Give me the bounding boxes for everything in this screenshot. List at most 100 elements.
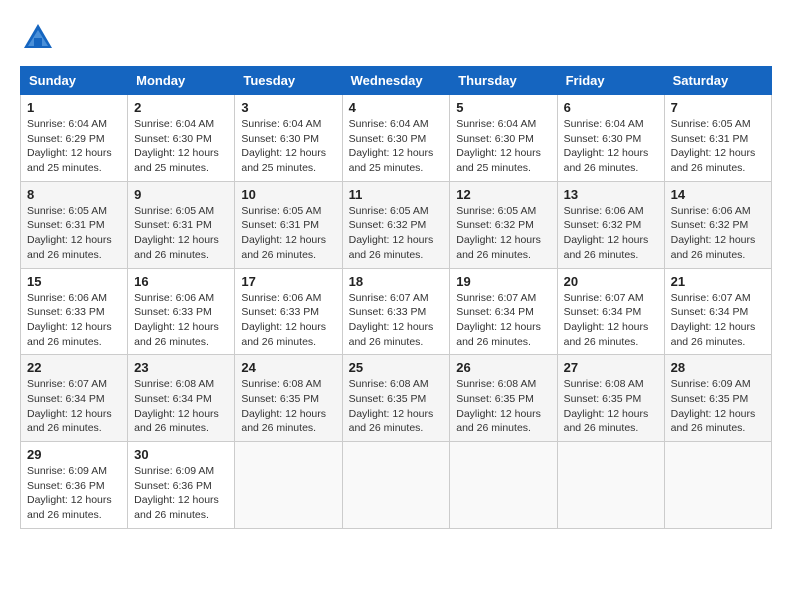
- table-row: 17 Sunrise: 6:06 AMSunset: 6:33 PMDaylig…: [235, 268, 342, 355]
- day-number: 17: [241, 274, 335, 289]
- day-info: Sunrise: 6:07 AMSunset: 6:34 PMDaylight:…: [564, 291, 658, 350]
- day-info: Sunrise: 6:09 AMSunset: 6:35 PMDaylight:…: [671, 377, 765, 436]
- day-number: 3: [241, 100, 335, 115]
- day-number: 4: [349, 100, 444, 115]
- day-number: 23: [134, 360, 228, 375]
- table-row: 11 Sunrise: 6:05 AMSunset: 6:32 PMDaylig…: [342, 181, 450, 268]
- calendar-week-row: 1 Sunrise: 6:04 AMSunset: 6:29 PMDayligh…: [21, 95, 772, 182]
- table-row: 14 Sunrise: 6:06 AMSunset: 6:32 PMDaylig…: [664, 181, 771, 268]
- day-number: 24: [241, 360, 335, 375]
- day-number: 25: [349, 360, 444, 375]
- day-number: 29: [27, 447, 121, 462]
- day-number: 10: [241, 187, 335, 202]
- day-number: 18: [349, 274, 444, 289]
- day-info: Sunrise: 6:04 AMSunset: 6:29 PMDaylight:…: [27, 117, 121, 176]
- table-row: 25 Sunrise: 6:08 AMSunset: 6:35 PMDaylig…: [342, 355, 450, 442]
- day-info: Sunrise: 6:09 AMSunset: 6:36 PMDaylight:…: [134, 464, 228, 523]
- day-info: Sunrise: 6:04 AMSunset: 6:30 PMDaylight:…: [241, 117, 335, 176]
- day-info: Sunrise: 6:05 AMSunset: 6:31 PMDaylight:…: [241, 204, 335, 263]
- day-info: Sunrise: 6:04 AMSunset: 6:30 PMDaylight:…: [134, 117, 228, 176]
- col-wednesday: Wednesday: [342, 67, 450, 95]
- day-number: 7: [671, 100, 765, 115]
- day-info: Sunrise: 6:08 AMSunset: 6:35 PMDaylight:…: [456, 377, 550, 436]
- day-number: 20: [564, 274, 658, 289]
- day-info: Sunrise: 6:07 AMSunset: 6:34 PMDaylight:…: [671, 291, 765, 350]
- day-info: Sunrise: 6:08 AMSunset: 6:35 PMDaylight:…: [349, 377, 444, 436]
- day-info: Sunrise: 6:06 AMSunset: 6:33 PMDaylight:…: [241, 291, 335, 350]
- calendar: Sunday Monday Tuesday Wednesday Thursday…: [20, 66, 772, 529]
- table-row: 9 Sunrise: 6:05 AMSunset: 6:31 PMDayligh…: [128, 181, 235, 268]
- table-row: 26 Sunrise: 6:08 AMSunset: 6:35 PMDaylig…: [450, 355, 557, 442]
- day-number: 14: [671, 187, 765, 202]
- table-row: [235, 442, 342, 529]
- day-number: 8: [27, 187, 121, 202]
- day-number: 1: [27, 100, 121, 115]
- day-info: Sunrise: 6:05 AMSunset: 6:32 PMDaylight:…: [349, 204, 444, 263]
- table-row: 21 Sunrise: 6:07 AMSunset: 6:34 PMDaylig…: [664, 268, 771, 355]
- table-row: 28 Sunrise: 6:09 AMSunset: 6:35 PMDaylig…: [664, 355, 771, 442]
- day-number: 9: [134, 187, 228, 202]
- day-info: Sunrise: 6:05 AMSunset: 6:31 PMDaylight:…: [27, 204, 121, 263]
- day-info: Sunrise: 6:08 AMSunset: 6:35 PMDaylight:…: [241, 377, 335, 436]
- table-row: 24 Sunrise: 6:08 AMSunset: 6:35 PMDaylig…: [235, 355, 342, 442]
- day-info: Sunrise: 6:09 AMSunset: 6:36 PMDaylight:…: [27, 464, 121, 523]
- day-number: 21: [671, 274, 765, 289]
- table-row: 16 Sunrise: 6:06 AMSunset: 6:33 PMDaylig…: [128, 268, 235, 355]
- table-row: 7 Sunrise: 6:05 AMSunset: 6:31 PMDayligh…: [664, 95, 771, 182]
- col-tuesday: Tuesday: [235, 67, 342, 95]
- day-number: 26: [456, 360, 550, 375]
- logo: [20, 20, 62, 56]
- table-row: 29 Sunrise: 6:09 AMSunset: 6:36 PMDaylig…: [21, 442, 128, 529]
- table-row: 6 Sunrise: 6:04 AMSunset: 6:30 PMDayligh…: [557, 95, 664, 182]
- table-row: 19 Sunrise: 6:07 AMSunset: 6:34 PMDaylig…: [450, 268, 557, 355]
- col-monday: Monday: [128, 67, 235, 95]
- col-thursday: Thursday: [450, 67, 557, 95]
- day-number: 16: [134, 274, 228, 289]
- table-row: 22 Sunrise: 6:07 AMSunset: 6:34 PMDaylig…: [21, 355, 128, 442]
- col-sunday: Sunday: [21, 67, 128, 95]
- day-info: Sunrise: 6:04 AMSunset: 6:30 PMDaylight:…: [456, 117, 550, 176]
- table-row: [557, 442, 664, 529]
- day-info: Sunrise: 6:08 AMSunset: 6:34 PMDaylight:…: [134, 377, 228, 436]
- day-number: 22: [27, 360, 121, 375]
- table-row: 13 Sunrise: 6:06 AMSunset: 6:32 PMDaylig…: [557, 181, 664, 268]
- day-info: Sunrise: 6:06 AMSunset: 6:32 PMDaylight:…: [564, 204, 658, 263]
- day-number: 12: [456, 187, 550, 202]
- day-number: 27: [564, 360, 658, 375]
- day-info: Sunrise: 6:07 AMSunset: 6:34 PMDaylight:…: [456, 291, 550, 350]
- day-info: Sunrise: 6:06 AMSunset: 6:32 PMDaylight:…: [671, 204, 765, 263]
- day-info: Sunrise: 6:06 AMSunset: 6:33 PMDaylight:…: [27, 291, 121, 350]
- calendar-week-row: 22 Sunrise: 6:07 AMSunset: 6:34 PMDaylig…: [21, 355, 772, 442]
- table-row: 1 Sunrise: 6:04 AMSunset: 6:29 PMDayligh…: [21, 95, 128, 182]
- table-row: [342, 442, 450, 529]
- table-row: 3 Sunrise: 6:04 AMSunset: 6:30 PMDayligh…: [235, 95, 342, 182]
- table-row: 23 Sunrise: 6:08 AMSunset: 6:34 PMDaylig…: [128, 355, 235, 442]
- table-row: 27 Sunrise: 6:08 AMSunset: 6:35 PMDaylig…: [557, 355, 664, 442]
- table-row: 15 Sunrise: 6:06 AMSunset: 6:33 PMDaylig…: [21, 268, 128, 355]
- table-row: 10 Sunrise: 6:05 AMSunset: 6:31 PMDaylig…: [235, 181, 342, 268]
- day-info: Sunrise: 6:04 AMSunset: 6:30 PMDaylight:…: [564, 117, 658, 176]
- table-row: 8 Sunrise: 6:05 AMSunset: 6:31 PMDayligh…: [21, 181, 128, 268]
- table-row: 18 Sunrise: 6:07 AMSunset: 6:33 PMDaylig…: [342, 268, 450, 355]
- day-number: 28: [671, 360, 765, 375]
- calendar-week-row: 29 Sunrise: 6:09 AMSunset: 6:36 PMDaylig…: [21, 442, 772, 529]
- day-info: Sunrise: 6:05 AMSunset: 6:31 PMDaylight:…: [134, 204, 228, 263]
- day-number: 13: [564, 187, 658, 202]
- day-info: Sunrise: 6:05 AMSunset: 6:32 PMDaylight:…: [456, 204, 550, 263]
- day-info: Sunrise: 6:04 AMSunset: 6:30 PMDaylight:…: [349, 117, 444, 176]
- header: [20, 20, 772, 56]
- table-row: 30 Sunrise: 6:09 AMSunset: 6:36 PMDaylig…: [128, 442, 235, 529]
- day-info: Sunrise: 6:07 AMSunset: 6:33 PMDaylight:…: [349, 291, 444, 350]
- calendar-week-row: 15 Sunrise: 6:06 AMSunset: 6:33 PMDaylig…: [21, 268, 772, 355]
- table-row: 2 Sunrise: 6:04 AMSunset: 6:30 PMDayligh…: [128, 95, 235, 182]
- day-number: 2: [134, 100, 228, 115]
- day-number: 15: [27, 274, 121, 289]
- table-row: 12 Sunrise: 6:05 AMSunset: 6:32 PMDaylig…: [450, 181, 557, 268]
- calendar-week-row: 8 Sunrise: 6:05 AMSunset: 6:31 PMDayligh…: [21, 181, 772, 268]
- col-saturday: Saturday: [664, 67, 771, 95]
- day-number: 30: [134, 447, 228, 462]
- day-number: 19: [456, 274, 550, 289]
- day-number: 11: [349, 187, 444, 202]
- day-number: 6: [564, 100, 658, 115]
- table-row: 20 Sunrise: 6:07 AMSunset: 6:34 PMDaylig…: [557, 268, 664, 355]
